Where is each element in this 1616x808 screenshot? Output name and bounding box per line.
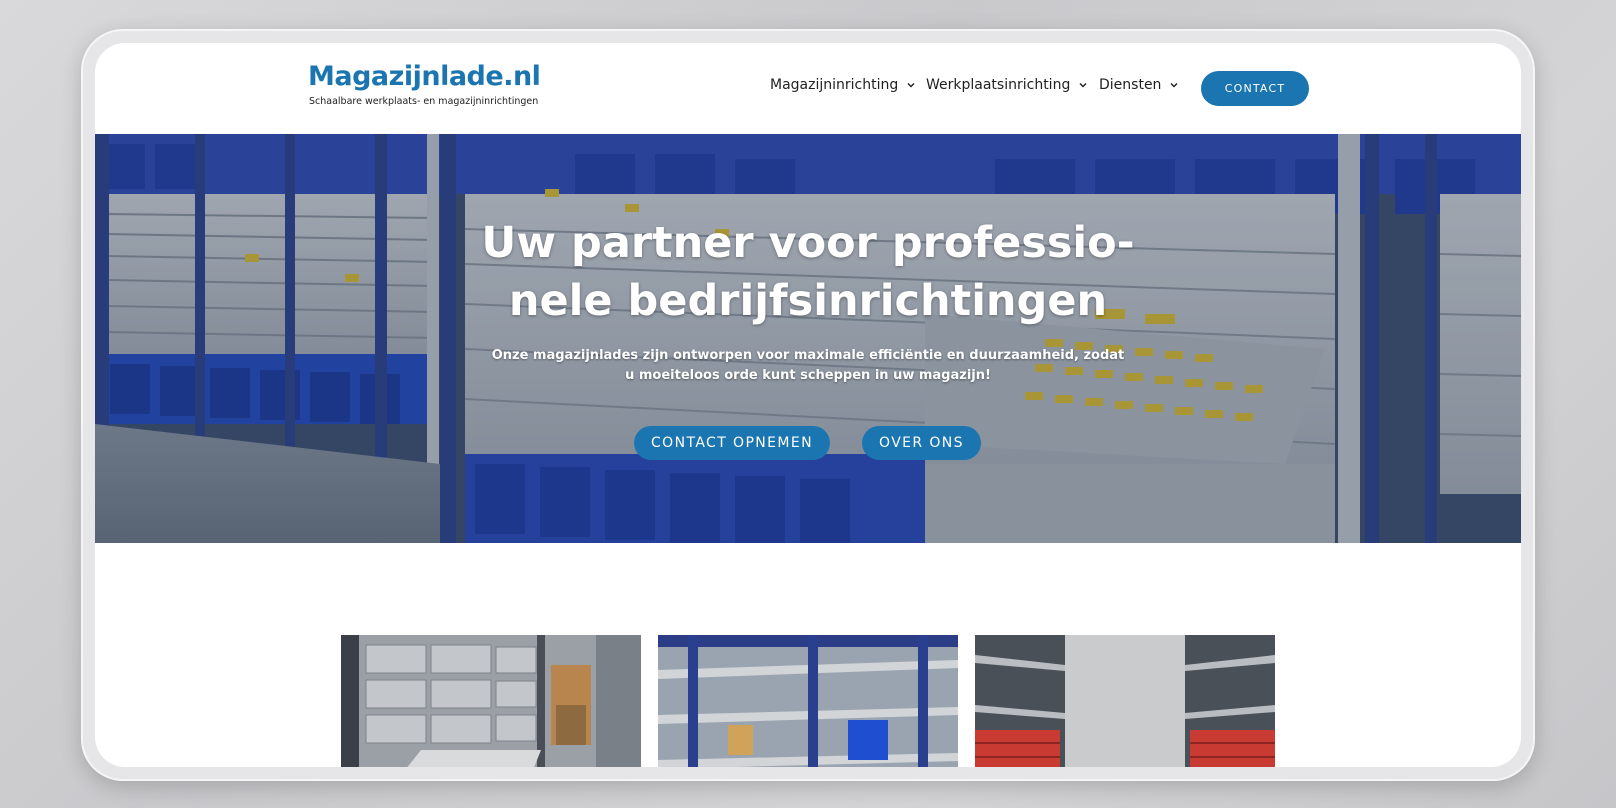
nav-item-label: Magazijninrichting (770, 77, 899, 93)
hero-title-line: Uw partner voor professio- (481, 218, 1135, 268)
logo-tagline: Schaalbare werkplaats- en magazijninrich… (309, 96, 539, 107)
browser-viewport: Magazijnlade.nl Schaalbare werkplaats- e… (95, 43, 1521, 767)
nav-item-diensten[interactable]: Diensten (1099, 77, 1180, 93)
warehouse-bins-photo-icon (341, 635, 641, 767)
hero-title: Uw partner voor professio- nele bedrijfs… (395, 214, 1221, 330)
chevron-down-icon (907, 83, 915, 88)
nav-item-werkplaatsinrichting[interactable]: Werkplaatsinrichting (926, 77, 1089, 93)
card-image-drawer-cabinet[interactable] (975, 635, 1275, 767)
over-ons-button[interactable]: OVER ONS (862, 426, 981, 460)
hero-subtitle-line: Onze magazijnlades zijn ontworpen voor m… (491, 348, 1125, 363)
chevron-down-icon (1170, 83, 1178, 88)
nav-item-label: Diensten (1099, 77, 1162, 93)
hero-subtitle-line: u moeiteloos orde kunt scheppen in uw ma… (625, 368, 991, 383)
site-header: Magazijnlade.nl Schaalbare werkplaats- e… (95, 43, 1521, 134)
card-image-shelving[interactable] (658, 635, 958, 767)
hero-subtitle: Onze magazijnlades zijn ontworpen voor m… (455, 346, 1161, 386)
contact-button[interactable]: CONTACT (1201, 71, 1309, 106)
contact-opnemen-button[interactable]: CONTACT OPNEMEN (634, 426, 830, 460)
shelving-photo-icon (658, 635, 958, 767)
nav-item-label: Werkplaatsinrichting (926, 77, 1071, 93)
hero-title-line: nele bedrijfsinrichtingen (508, 276, 1108, 326)
nav-item-magazijninrichting[interactable]: Magazijninrichting (770, 77, 917, 93)
chevron-down-icon (1079, 83, 1087, 88)
logo[interactable]: Magazijnlade.nl (308, 61, 541, 92)
hero-section: Uw partner voor professio- nele bedrijfs… (95, 134, 1521, 543)
hero-overlay (95, 134, 1521, 543)
card-image-warehouse-bins[interactable] (341, 635, 641, 767)
drawer-cabinet-photo-icon (975, 635, 1275, 767)
